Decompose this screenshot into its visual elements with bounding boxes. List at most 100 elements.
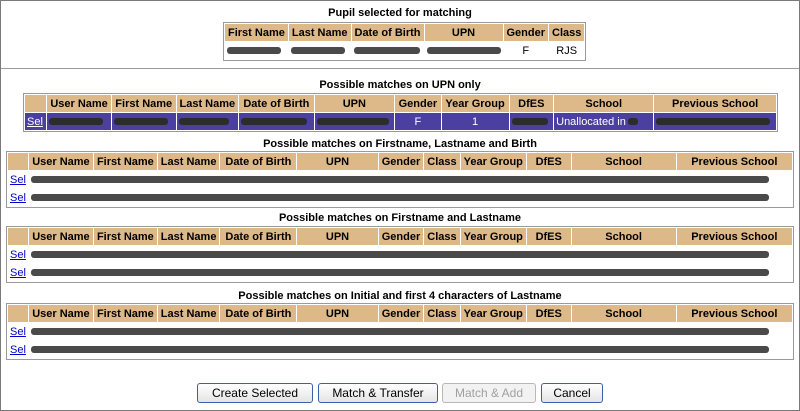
col-user-name: User Name — [28, 305, 93, 322]
pupil-row: F RJS — [225, 42, 585, 59]
col-date-of-birth: Date of Birth — [220, 153, 297, 170]
select-link-cell: Sel — [8, 246, 28, 263]
pupil-table: First Name Last Name Date of Birth UPN G… — [223, 22, 587, 61]
col-user-name: User Name — [28, 153, 93, 170]
redacted-first-name — [225, 42, 288, 59]
redacted-dob — [239, 113, 314, 130]
flb-section-title: Possible matches on Firstname, Lastname … — [263, 138, 537, 150]
pupil-gender: F — [503, 42, 549, 59]
col-gender: Gender — [378, 228, 424, 245]
col-upn: UPN — [297, 305, 378, 322]
col-select — [8, 153, 28, 170]
col-dfes: DfES — [526, 228, 571, 245]
match-transfer-button[interactable]: Match & Transfer — [318, 383, 438, 403]
col-gender: Gender — [378, 153, 424, 170]
select-link-cell: Sel — [8, 323, 28, 340]
col-class: Class — [424, 228, 460, 245]
col-previous-school: Previous School — [654, 95, 776, 112]
select-link[interactable]: Sel — [10, 192, 26, 204]
col-previous-school: Previous School — [676, 305, 792, 322]
upn-section-title: Possible matches on UPN only — [319, 79, 481, 91]
col-year-group: Year Group — [460, 228, 526, 245]
col-year-group: Year Group — [460, 305, 526, 322]
match-school: Unallocated in — [554, 113, 654, 130]
col-last-name: Last Name — [157, 228, 220, 245]
flb-matches-table: User Name First Name Last Name Date of B… — [6, 151, 794, 208]
col-upn: UPN — [314, 95, 395, 112]
col-previous-school: Previous School — [676, 153, 792, 170]
col-last-name: Last Name — [176, 95, 239, 112]
col-school: School — [554, 95, 654, 112]
redacted-dfes — [509, 113, 554, 130]
table-row: Sel — [8, 189, 792, 206]
initial-section-title: Possible matches on Initial and first 4 … — [238, 290, 562, 302]
select-link[interactable]: Sel — [10, 249, 26, 261]
col-first-name: First Name — [225, 24, 288, 41]
redacted-row-data — [28, 323, 792, 340]
col-class: Class — [424, 153, 460, 170]
match-gender: F — [395, 113, 441, 130]
col-date-of-birth: Date of Birth — [239, 95, 314, 112]
col-date-of-birth: Date of Birth — [220, 228, 297, 245]
redacted-upn — [314, 113, 395, 130]
col-last-name: Last Name — [288, 24, 351, 41]
col-dfes: DfES — [509, 95, 554, 112]
redacted-user-name — [47, 113, 111, 130]
section-divider — [1, 68, 799, 69]
col-year-group: Year Group — [460, 153, 526, 170]
col-year-group: Year Group — [441, 95, 509, 112]
redacted-previous-school — [654, 113, 776, 130]
table-row: Sel — [8, 341, 792, 358]
fl-matches-table: User Name First Name Last Name Date of B… — [6, 226, 794, 283]
col-select — [25, 95, 47, 112]
select-link[interactable]: Sel — [10, 267, 26, 279]
col-previous-school: Previous School — [676, 228, 792, 245]
col-date-of-birth: Date of Birth — [220, 305, 297, 322]
redacted-upn — [424, 42, 503, 59]
table-row: Sel — [8, 264, 792, 281]
col-select — [8, 228, 28, 245]
redacted-dob — [351, 42, 424, 59]
flb-header-row: User Name First Name Last Name Date of B… — [8, 153, 792, 170]
cancel-button[interactable]: Cancel — [541, 383, 603, 403]
col-class: Class — [424, 305, 460, 322]
initial-header-row: User Name First Name Last Name Date of B… — [8, 305, 792, 322]
upn-header-row: User Name First Name Last Name Date of B… — [25, 95, 776, 112]
redacted-row-data — [28, 189, 792, 206]
col-gender: Gender — [395, 95, 441, 112]
create-selected-button[interactable]: Create Selected — [197, 383, 313, 403]
pupil-header-row: First Name Last Name Date of Birth UPN G… — [225, 24, 585, 41]
redacted-row-data — [28, 246, 792, 263]
col-upn: UPN — [297, 153, 378, 170]
redacted-row-data — [28, 264, 792, 281]
match-add-button[interactable]: Match & Add — [442, 383, 536, 403]
match-year-group: 1 — [441, 113, 509, 130]
fl-section-title: Possible matches on Firstname and Lastna… — [278, 212, 522, 224]
redacted-row-data — [28, 171, 792, 188]
initial-matches-table: User Name First Name Last Name Date of B… — [6, 303, 794, 360]
select-link-cell: Sel — [8, 264, 28, 281]
redacted-first-name — [111, 113, 176, 130]
upn-match-row: Sel F 1 Unallocated in — [25, 113, 776, 130]
col-user-name: User Name — [47, 95, 111, 112]
col-dfes: DfES — [526, 305, 571, 322]
match-school-text: Unallocated in — [556, 115, 626, 128]
select-link[interactable]: Sel — [10, 344, 26, 356]
select-link-cell: Sel — [8, 171, 28, 188]
select-link-cell: Sel — [8, 341, 28, 358]
select-link[interactable]: Sel — [10, 174, 26, 186]
col-user-name: User Name — [28, 228, 93, 245]
col-first-name: First Name — [111, 95, 176, 112]
select-link[interactable]: Sel — [27, 116, 43, 128]
col-gender: Gender — [378, 305, 424, 322]
col-dfes: DfES — [526, 153, 571, 170]
col-last-name: Last Name — [157, 305, 220, 322]
col-school: School — [571, 153, 676, 170]
fl-header-row: User Name First Name Last Name Date of B… — [8, 228, 792, 245]
upn-matches-table: User Name First Name Last Name Date of B… — [23, 93, 778, 132]
table-row: Sel — [8, 171, 792, 188]
col-first-name: First Name — [93, 153, 157, 170]
col-select — [8, 305, 28, 322]
col-school: School — [571, 228, 676, 245]
select-link[interactable]: Sel — [10, 326, 26, 338]
